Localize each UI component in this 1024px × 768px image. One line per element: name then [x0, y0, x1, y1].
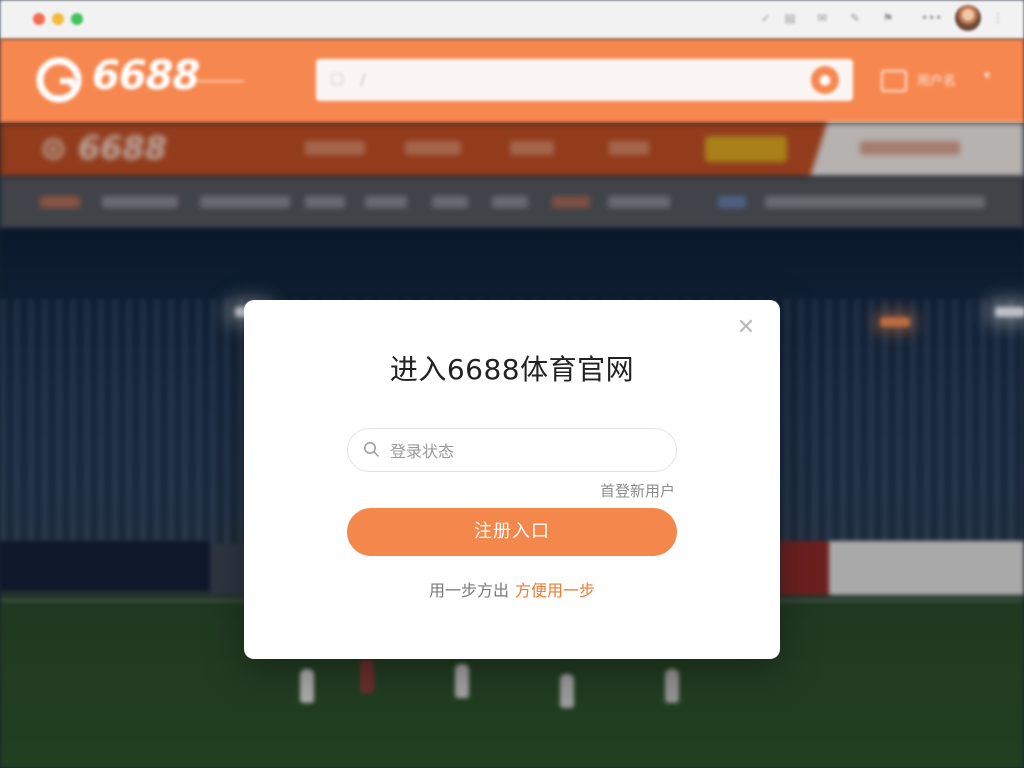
logo-mark-icon [36, 57, 82, 103]
new-user-link[interactable]: 首登新用户 [600, 480, 675, 501]
login-field[interactable] [347, 428, 677, 473]
pen-icon[interactable]: ✎ [847, 10, 863, 26]
logo-text[interactable]: 6688 [92, 53, 200, 99]
extension-icon[interactable]: ⚑ [880, 10, 896, 26]
bottom-text: 用一步方出 [428, 581, 509, 600]
browser-chrome: ✓ ▤ ✉ ✎ ⚑ ••• ⋮ [0, 0, 1024, 39]
search-box[interactable]: ▢ / ● [316, 59, 853, 101]
login-input[interactable] [388, 429, 662, 473]
category-icon[interactable]: ▢ [330, 69, 352, 89]
window-maximize-dot[interactable] [71, 13, 83, 25]
user-label[interactable]: 用户名 [917, 70, 956, 89]
window-minimize-dot[interactable] [52, 13, 64, 25]
bookmark-icon[interactable]: ✓ [758, 10, 774, 26]
profile-avatar[interactable] [955, 5, 981, 31]
monitor-icon[interactable] [881, 70, 907, 92]
search-separator: / [360, 70, 366, 89]
share-icon[interactable]: ✉ [814, 10, 830, 26]
menu-dots-icon[interactable]: ••• [921, 10, 942, 26]
modal-title: 进入6688体育官网 [389, 353, 635, 386]
logo-divider [196, 80, 244, 82]
reader-icon[interactable]: ▤ [782, 10, 798, 26]
close-icon[interactable]: ✕ [736, 317, 756, 339]
search-button-icon[interactable]: ● [811, 66, 839, 94]
register-button[interactable]: 注册入口 [347, 508, 677, 556]
bottom-prompt: 用一步方出 方便用一步 [244, 577, 780, 601]
login-modal: ✕ 进入6688体育官网 首登新用户 注册入口 用一步方出方便用一步 [244, 300, 780, 659]
site-header: 6688 ▢ / ● 用户名 ▾ [0, 39, 1024, 123]
search-icon [364, 442, 379, 457]
more-icon[interactable]: ⋮ [990, 10, 1006, 26]
bottom-link[interactable]: 方便用一步 [515, 581, 595, 600]
window-close-dot[interactable] [33, 13, 45, 25]
chevron-down-icon[interactable]: ▾ [984, 68, 990, 82]
